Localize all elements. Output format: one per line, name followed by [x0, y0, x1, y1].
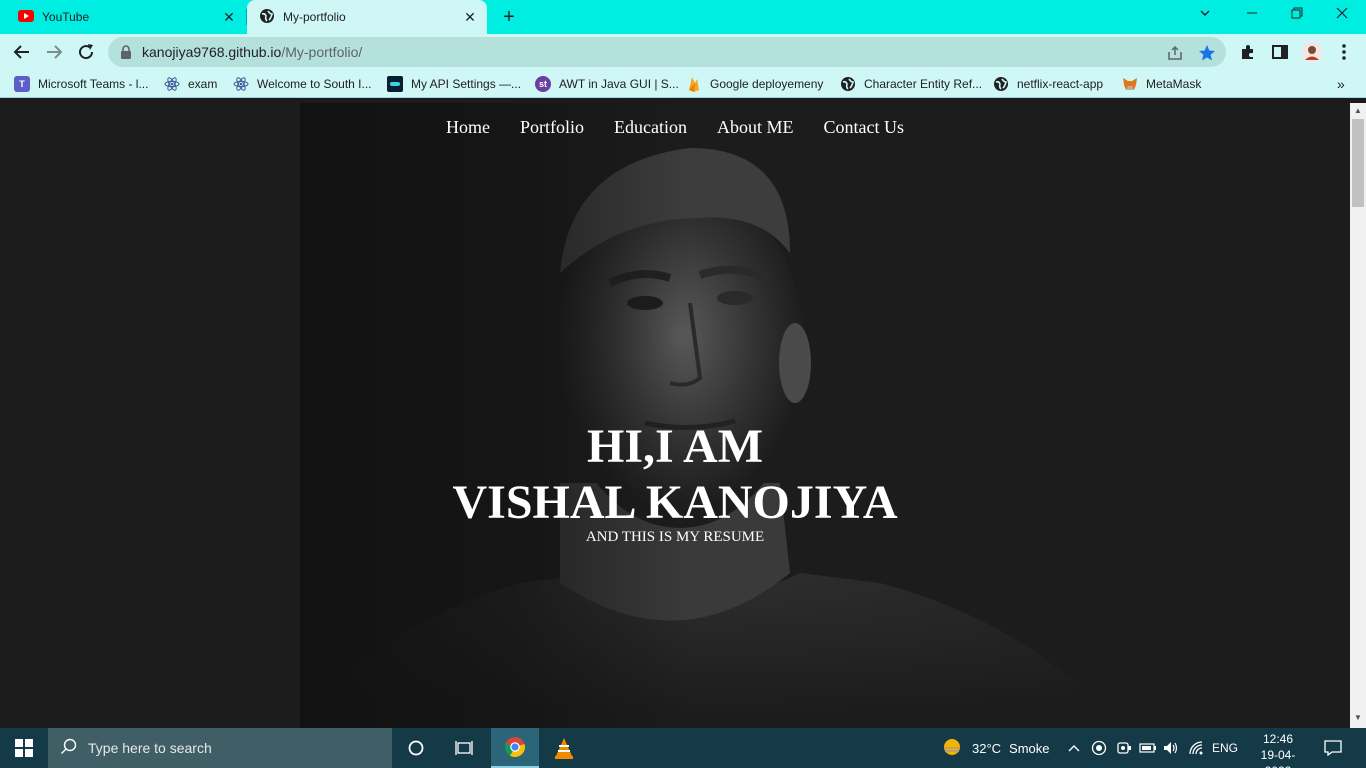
bookmark-label: Character Entity Ref...: [864, 77, 983, 91]
tab-title: YouTube: [42, 10, 90, 24]
bookmark-item[interactable]: exam: [164, 75, 217, 93]
restore-icon[interactable]: [1285, 6, 1309, 26]
bookmark-item[interactable]: My API Settings —...: [387, 75, 521, 93]
new-tab-button[interactable]: +: [499, 7, 519, 27]
bookmark-star-icon[interactable]: [1198, 44, 1216, 62]
search-icon: [60, 737, 78, 760]
bookmarks-bar: T Microsoft Teams - l... exam Welcome to…: [0, 70, 1366, 98]
close-window-icon[interactable]: [1330, 6, 1354, 26]
url-domain: kanojiya9768.github.io: [142, 44, 282, 60]
vlc-icon[interactable]: [540, 728, 588, 768]
teams-icon: T: [14, 76, 30, 92]
menu-icon[interactable]: [1332, 40, 1356, 64]
bookmark-item[interactable]: Character Entity Ref...: [840, 75, 982, 93]
minimize-icon[interactable]: [1240, 6, 1264, 26]
weather-temp: 32°C: [972, 740, 1002, 756]
portfolio-page: Home Portfolio Education About ME Contac…: [0, 103, 1350, 728]
scroll-thumb[interactable]: [1352, 119, 1364, 207]
st-icon: st: [535, 76, 551, 92]
bookmark-item[interactable]: Welcome to South I...: [233, 75, 372, 93]
language-indicator[interactable]: ENG: [1212, 728, 1238, 768]
volume-icon[interactable]: [1162, 728, 1180, 768]
bookmark-label: Welcome to South I...: [257, 77, 372, 91]
lock-icon[interactable]: [120, 45, 132, 64]
scroll-up-icon[interactable]: ▲: [1354, 106, 1362, 115]
page-scrollbar[interactable]: ▲ ▼: [1350, 103, 1366, 728]
hero-subtitle: AND THIS IS MY RESUME: [585, 529, 765, 545]
close-tab-icon[interactable]: ✕: [220, 8, 238, 26]
close-tab-icon[interactable]: ✕: [461, 8, 479, 26]
hero-name: VISHAL KANOJIYA: [452, 476, 898, 529]
chrome-taskbar-icon[interactable]: [491, 728, 539, 768]
nav-education[interactable]: Education: [614, 117, 687, 138]
side-panel-icon[interactable]: [1268, 40, 1292, 64]
tab-title: My-portfolio: [283, 10, 346, 24]
forward-icon[interactable]: [42, 40, 66, 64]
battery-icon[interactable]: [1139, 728, 1157, 768]
tab-portfolio[interactable]: My-portfolio ✕: [247, 0, 487, 34]
bookmark-label: Microsoft Teams - l...: [38, 77, 149, 91]
taskbar-search-placeholder: Type here to search: [88, 740, 212, 756]
taskbar-search-box[interactable]: Type here to search: [48, 728, 392, 768]
nav-home[interactable]: Home: [446, 117, 490, 138]
react-icon: [164, 76, 180, 92]
wifi-icon[interactable]: [1188, 728, 1204, 768]
react-icon: [233, 76, 249, 92]
extensions-icon[interactable]: [1236, 40, 1260, 64]
bookmark-item[interactable]: st AWT in Java GUI | S...: [535, 75, 679, 93]
weather-sun-icon: [942, 737, 962, 760]
main-nav: Home Portfolio Education About ME Contac…: [0, 117, 1350, 138]
notification-icon[interactable]: [1324, 728, 1342, 768]
clock-date: 19-04-2022: [1260, 748, 1296, 768]
hero-greeting: HI,I AM: [586, 420, 763, 473]
globe-icon: [993, 76, 1009, 92]
more-bookmarks-icon[interactable]: »: [1337, 75, 1345, 93]
bookmark-label: AWT in Java GUI | S...: [559, 77, 679, 91]
tray-chevron-icon[interactable]: [1067, 728, 1081, 768]
bookmark-item[interactable]: T Microsoft Teams - l...: [14, 75, 148, 93]
bookmark-item[interactable]: MetaMask: [1122, 75, 1201, 93]
avatar[interactable]: [1300, 40, 1324, 64]
bookmark-item[interactable]: netflix-react-app: [993, 75, 1103, 93]
taskbar-clock[interactable]: 12:46 19-04-2022: [1250, 731, 1306, 768]
record-icon[interactable]: [1091, 728, 1107, 768]
youtube-icon: [18, 9, 34, 25]
nav-about-me[interactable]: About ME: [717, 117, 794, 138]
tab-search-chevron-icon[interactable]: [1193, 6, 1217, 26]
clock-time: 12:46: [1262, 732, 1294, 746]
bookmark-label: MetaMask: [1146, 77, 1202, 91]
reload-icon[interactable]: [74, 40, 98, 64]
cortana-icon[interactable]: [392, 728, 440, 768]
share-icon[interactable]: [1166, 44, 1184, 62]
back-icon[interactable]: [10, 40, 34, 64]
windows-start-icon[interactable]: [0, 728, 48, 768]
browser-toolbar: kanojiya9768.github.io/My-portfolio/: [0, 34, 1366, 70]
bookmark-label: My API Settings —...: [411, 77, 522, 91]
hero-heading: HI,I AM VISHAL KANOJIYA AND THIS IS MY R…: [0, 419, 1350, 545]
tab-strip: YouTube ✕ My-portfolio ✕ +: [0, 0, 1366, 34]
bookmark-label: netflix-react-app: [1017, 77, 1104, 91]
scroll-down-icon[interactable]: ▼: [1354, 713, 1362, 722]
hero-portrait-image: [0, 103, 1350, 728]
address-bar[interactable]: kanojiya9768.github.io/My-portfolio/: [108, 37, 1226, 67]
tab-youtube[interactable]: YouTube ✕: [0, 0, 246, 34]
weather-widget[interactable]: 32°C Smoke: [942, 728, 1050, 768]
bookmark-item[interactable]: Google deployemeny: [686, 75, 823, 93]
metamask-icon: [1122, 76, 1138, 92]
url-path: /My-portfolio/: [281, 44, 363, 60]
url-text: kanojiya9768.github.io/My-portfolio/: [142, 44, 362, 60]
nav-contact-us[interactable]: Contact Us: [824, 117, 905, 138]
bookmark-label: exam: [188, 77, 218, 91]
globe-icon: [840, 76, 856, 92]
nav-portfolio[interactable]: Portfolio: [520, 117, 584, 138]
task-view-icon[interactable]: [440, 728, 488, 768]
camera-tray-icon[interactable]: [1116, 728, 1132, 768]
windows-taskbar: Type here to search 32°C Smoke ENG 12:46…: [0, 728, 1366, 768]
api-icon: [387, 76, 403, 92]
firebase-icon: [686, 76, 702, 92]
weather-text: Smoke: [1009, 740, 1050, 756]
globe-icon: [259, 8, 275, 27]
bookmark-label: Google deployemeny: [710, 77, 824, 91]
